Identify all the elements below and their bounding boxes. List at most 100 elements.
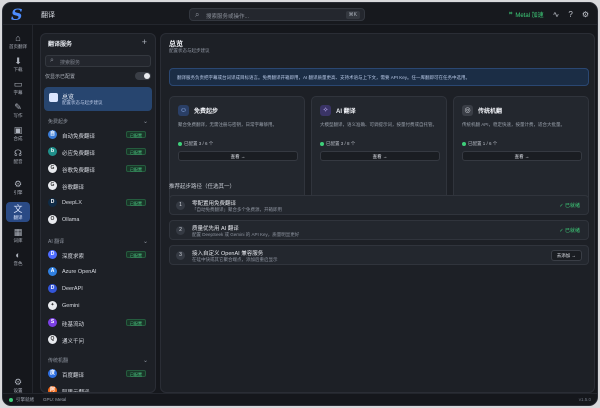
service-logo-icon: b [48,147,57,156]
step-2: 2 质量优先用 AI 翻译 配置 DeepSeek 或 Gemini 的 API… [169,220,589,240]
step-title: 零配置用免费翻译 [192,201,237,207]
info-text: 翻译服务负责把字幕或台词译成目标语言。免费翻译开箱即用，AI 翻译质量更高、支持… [177,75,471,80]
service-item[interactable]: Q 通义千问 [44,333,152,346]
help-icon[interactable]: ? [568,10,572,19]
shortcut-badge: ⌘K [345,11,360,19]
configured-only-row: 仅显示已配置 [45,71,151,81]
service-item[interactable]: G 谷歌翻译 [44,179,152,192]
group-label: AI 翻译 [48,239,65,245]
rail-label: 配音 [13,159,23,164]
add-service-icon[interactable]: + [142,37,147,47]
service-search-placeholder: 搜索服务 [60,60,81,66]
chevron-down-icon: ⌄ [142,119,148,125]
card-traditional: ◎ 传统机翻 传统机翻 API，稳定快速，按量计费，适合大批量。 已配置 1 /… [453,96,589,202]
gear-icon: ⚙ [13,377,23,387]
service-logo-icon: 阿 [48,386,57,393]
gpu-status: GPU: Metal [43,397,67,402]
rail-item-download[interactable]: ⬇ 下载 [3,56,33,73]
service-item[interactable]: 度百度翻译 已配置 [44,367,152,380]
step-description: 「自动免费翻译」聚合多个免费源，开箱即用 [192,207,282,212]
service-item[interactable]: D 深度求索 已配置 [44,248,152,261]
step-description: 在硅中快或其它聚合端点，添加后重启显示 [192,257,278,262]
service-name: 百度翻译 [62,373,85,379]
service-item[interactable]: ✦ Gemini [44,299,152,312]
view-ai-button[interactable]: 查看 → [320,151,440,161]
service-name: 谷歌翻译 [62,185,85,191]
service-name: Ollama [62,217,80,223]
rail-item-write[interactable]: ✎ 写作 [3,102,33,119]
configured-badge: 已配置 [126,319,146,326]
service-logo-icon: D [48,250,57,259]
info-banner: 翻译服务负责把字幕或台词译成目标语言。免费翻译开箱即用，AI 翻译质量更高、支持… [169,68,589,86]
engine-status: 引擎就绪 [16,397,34,402]
search-placeholder: 搜索服务或操作... [206,14,250,20]
status-dot-icon [320,141,324,146]
service-item[interactable]: 自自动免费翻译 已配置 [44,128,152,141]
service-logo-icon: 自 [48,130,57,139]
rail-label: 音色 [13,261,23,266]
overview-icon [49,93,58,102]
rail-label: 词库 [13,238,23,243]
service-logo-icon: A [48,267,57,276]
service-name: 硅基流动 [62,322,85,328]
status-dot-icon [462,141,466,146]
rail-item-home[interactable]: ⌂ 首页翻译 [3,33,33,50]
group-traditional-header[interactable]: 传统机翻 ⌄ [48,357,148,364]
service-item[interactable]: A Azure OpenAI [44,265,152,278]
service-item[interactable]: 阿阿里云翻译 [44,384,152,393]
step-number: 1 [176,201,185,210]
rail-item-glossary[interactable]: ▦ 词库 [3,227,33,244]
toolbar-right: ⌗ Metal 加速 ∿ ? ⚙ [509,8,589,20]
service-search-input[interactable]: ⌕ 搜索服务 [45,55,151,67]
view-free-button[interactable]: 查看 → [178,151,298,161]
step-title: 质量优先用 AI 翻译 [192,226,239,232]
rail-item-subtitles[interactable]: ▭ 字幕 [3,79,33,96]
chip-icon: ⌗ [508,10,513,17]
step-3: 3 接入自定义 OpenAI 兼容服务 在硅中快或其它聚合端点，添加后重启显示 … [169,245,589,265]
service-item[interactable]: D DeepLX 已配置 [44,196,152,209]
rail-item-compose[interactable]: ▣ 合成 [3,125,33,142]
app-title: 翻译 [41,12,55,19]
free-card-icon: ☺ [178,105,189,116]
rail-item-translate[interactable]: 文翻译 [6,202,30,222]
view-traditional-button[interactable]: 查看 → [462,151,582,161]
global-search-input[interactable]: ⌕ 搜索服务或操作... ⌘K [189,8,365,21]
overview-item[interactable]: 总览 配置状态与起步建议 [44,87,152,111]
service-name: DeepLX [62,200,82,206]
search-icon: ⌕ [195,10,200,19]
service-name: 必应免费翻译 [62,151,96,157]
service-item[interactable]: O Ollama [44,213,152,226]
search-icon: ⌕ [50,57,54,64]
chevron-down-icon: ⌄ [142,239,148,245]
rail-item-engine[interactable]: ⚙ 引擎 [3,179,33,196]
configured-only-toggle[interactable] [135,72,151,80]
step-number: 2 [176,226,185,235]
status-dot-icon [178,141,182,146]
rail-item-settings[interactable]: ⚙ 设置 [3,377,33,394]
step-title: 接入自定义 OpenAI 兼容服务 [192,251,264,257]
home-icon: ⌂ [15,33,21,43]
service-item[interactable]: G 谷歌免费翻译 已配置 [44,162,152,175]
app-window: S 翻译 ⌕ 搜索服务或操作... ⌘K ⌗ Metal 加速 ∿ ? ⚙ ⌂ 首页… [2,2,598,406]
service-name: Azure OpenAI [62,269,97,275]
service-panel: 翻译服务 + ⌕ 搜索服务 仅显示已配置 总览 配置状态与起步建议 免费起步 ⌄ … [40,33,156,393]
card-status-text: 已配置 3 / 6 个 [184,141,214,146]
rail-label: 首页翻译 [9,44,27,49]
service-item[interactable]: S 硅基流动 已配置 [44,316,152,329]
activity-icon[interactable]: ∿ [553,10,560,19]
service-item[interactable]: b 必应免费翻译 已配置 [44,145,152,158]
glossary-icon: ▦ [13,227,23,237]
group-free-header[interactable]: 免费起步 ⌄ [48,118,148,125]
rail-label: 引擎 [13,190,23,195]
add-custom-service-button[interactable]: 去添加 → [550,250,582,261]
rail-item-voices[interactable]: ◐ 音色 [3,250,33,267]
service-logo-icon: D [48,284,57,293]
service-name: DeerAPI [62,286,83,292]
settings-gear-icon[interactable]: ⚙ [582,10,589,19]
metal-status[interactable]: ⌗ Metal 加速 [509,10,544,19]
configured-badge: 已配置 [126,199,146,206]
rail-label: 写作 [13,113,23,118]
service-item[interactable]: D DeerAPI [44,282,152,295]
rail-item-dubbing[interactable]: ☊ 配音 [3,148,33,165]
group-ai-header[interactable]: AI 翻译 ⌄ [48,238,148,245]
